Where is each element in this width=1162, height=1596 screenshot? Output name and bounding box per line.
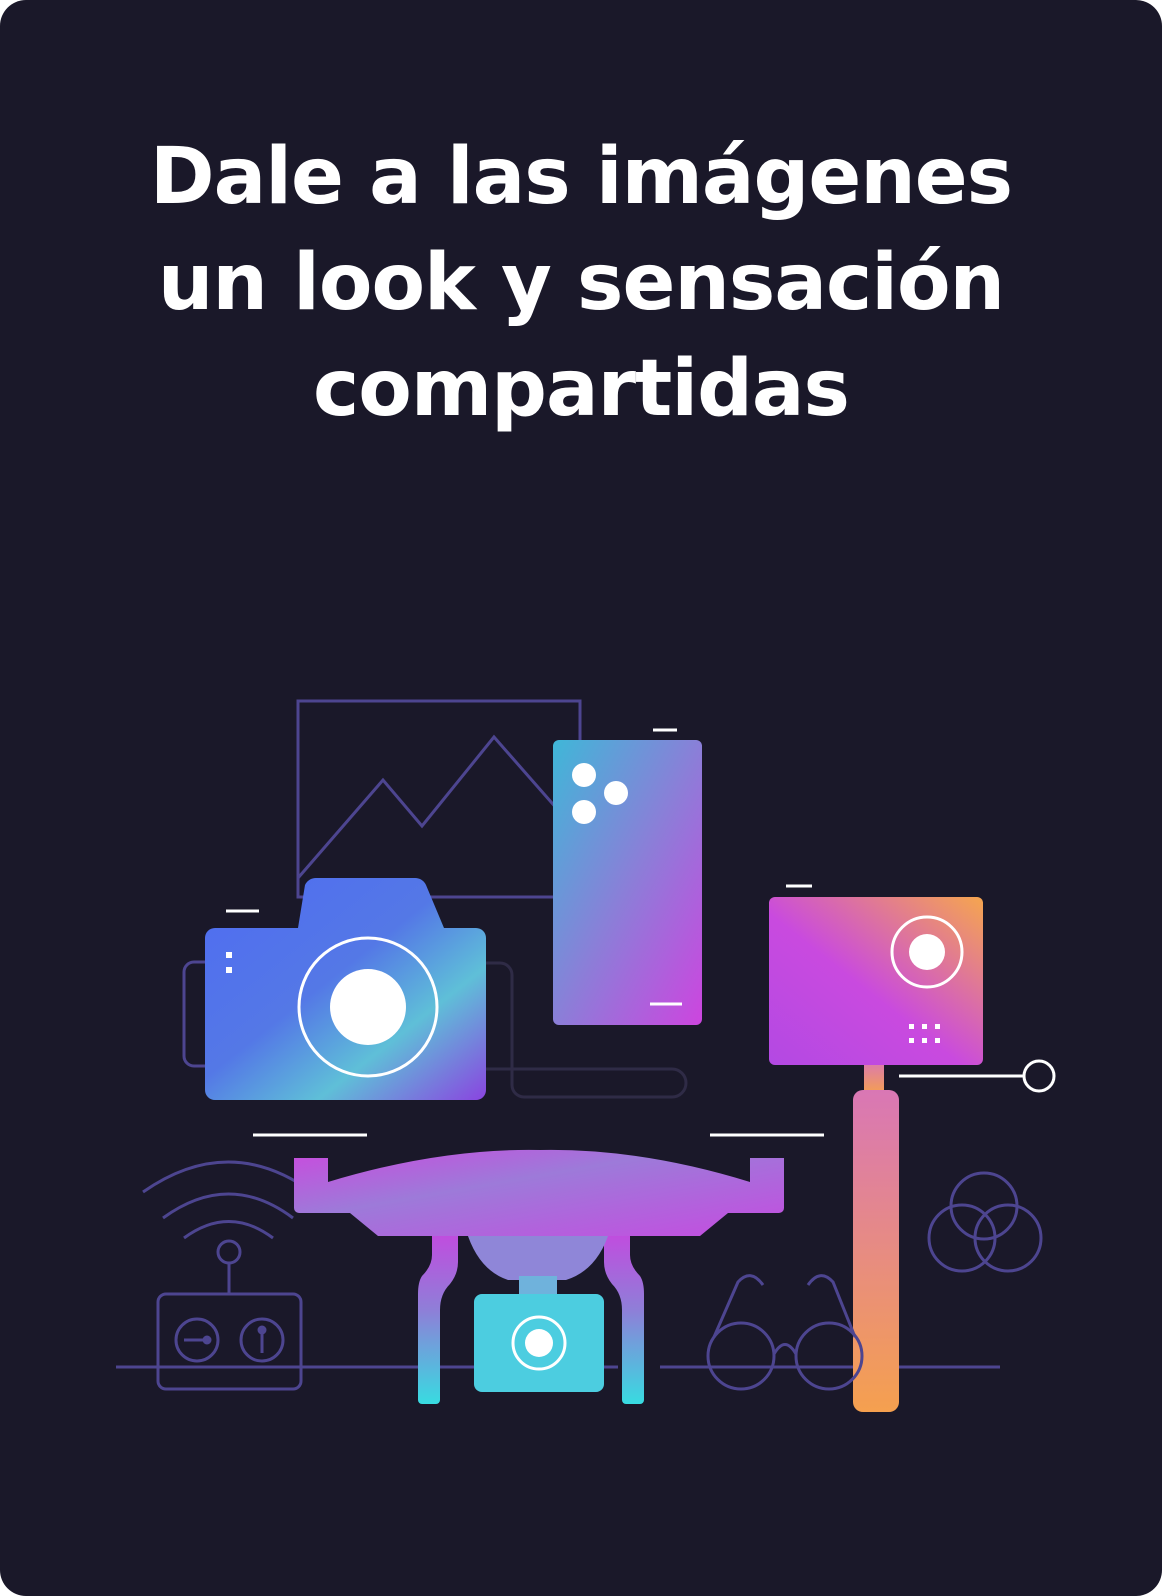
picture-frame-icon xyxy=(296,699,582,899)
drone-icon xyxy=(253,1133,824,1404)
action-camera-icon xyxy=(769,884,1056,1093)
promo-card: Dale a las imágenes un look y sensación … xyxy=(0,0,1162,1596)
photo-camera-icon xyxy=(205,877,486,1100)
smartphone-icon xyxy=(553,728,702,1025)
selfie-stick-icon xyxy=(853,1060,899,1412)
wifi-signal-icon xyxy=(142,1160,313,1240)
glasses-icon xyxy=(706,1274,864,1391)
color-circles-icon xyxy=(927,1171,1043,1273)
devices-illustration xyxy=(116,699,1056,1412)
